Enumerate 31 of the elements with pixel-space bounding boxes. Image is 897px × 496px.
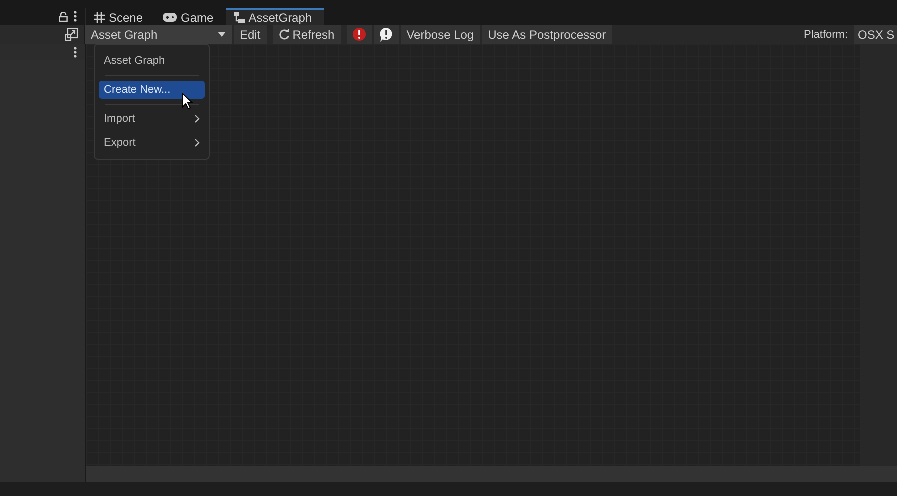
gamepad-icon [163,13,178,22]
horizontal-scrollbar[interactable] [86,466,897,482]
menu-item[interactable]: Export [99,134,205,152]
refresh-button[interactable]: Refresh [272,25,341,44]
more-icon[interactable] [74,46,77,58]
cursor-icon [182,93,194,110]
tab[interactable]: Game [155,8,226,25]
warning-icon [380,28,393,42]
chevron-right-icon [195,115,200,123]
graph-dropdown[interactable]: Asset Graph [85,25,232,44]
menu-item[interactable]: Create New... [99,81,205,99]
warning-toggle[interactable] [374,25,399,44]
platform-dropdown[interactable]: OSX S [854,25,897,44]
edit-button[interactable]: Edit [234,25,267,44]
lock-icon[interactable] [59,12,68,22]
menu-item[interactable]: Import [99,110,205,128]
refresh-icon [278,29,290,40]
popout-icon[interactable] [65,28,78,41]
more-icon[interactable] [74,11,77,22]
node-graph-icon [234,12,245,24]
postprocessor-toggle[interactable]: Use As Postprocessor [482,25,612,44]
menu-item[interactable]: Asset Graph [99,52,205,70]
error-icon [352,28,366,41]
caret-icon [218,32,226,37]
verbose-log-toggle[interactable]: Verbose Log [400,25,480,44]
chevron-right-icon [195,139,200,147]
error-toggle[interactable] [346,25,372,44]
tab[interactable]: AssetGraph [226,8,324,25]
tab[interactable]: Scene [86,8,156,25]
platform-label: Platform: [804,28,849,40]
grid-icon [94,12,105,23]
